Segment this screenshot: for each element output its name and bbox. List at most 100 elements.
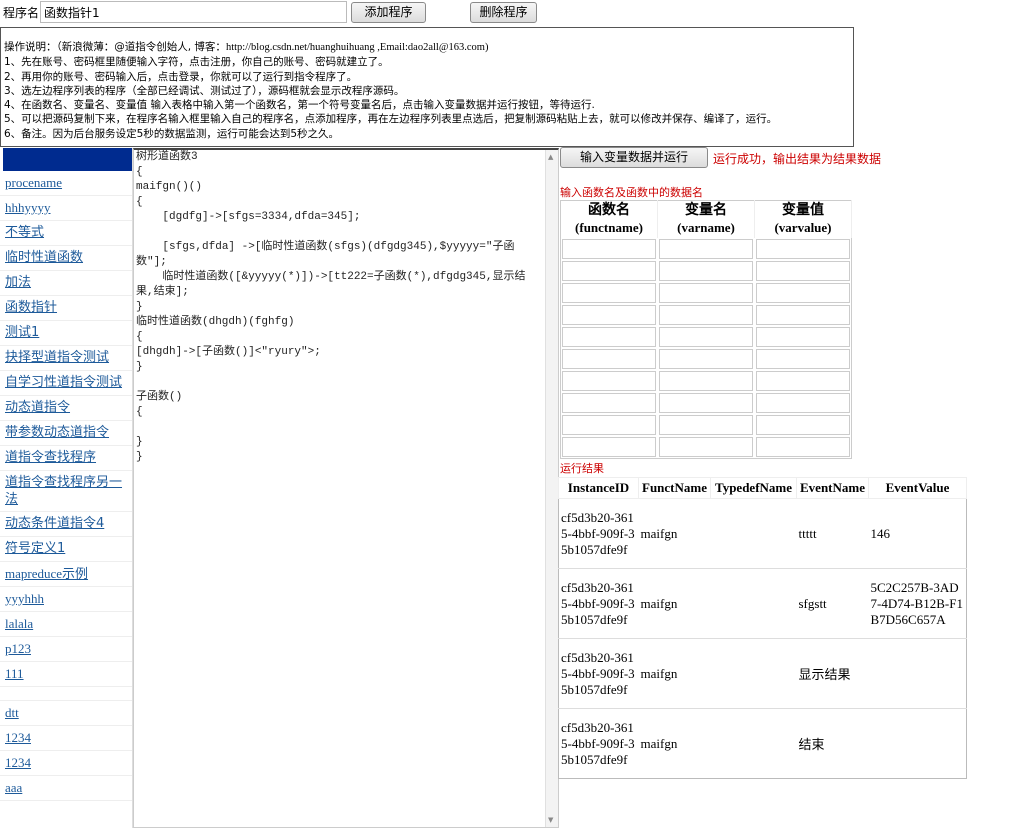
varvalue-input[interactable] (755, 415, 850, 435)
functname-input[interactable] (562, 371, 656, 391)
varname-input[interactable] (658, 349, 753, 369)
program-link[interactable]: 符号定义1 (5, 541, 65, 556)
functname-input[interactable] (562, 349, 656, 369)
program-link[interactable]: lalala (5, 616, 33, 631)
varname-input[interactable] (658, 371, 753, 391)
result-cell: ttttt (796, 498, 869, 569)
result-cell (710, 498, 797, 569)
program-link[interactable]: 测试1 (5, 325, 39, 340)
program-link[interactable]: 自学习性道指令测试 (5, 375, 122, 390)
results-title: 运行结果 (560, 462, 604, 475)
input-cell (658, 238, 755, 260)
program-link[interactable]: 临时性道函数 (5, 250, 83, 265)
program-link[interactable]: aaa (5, 780, 22, 795)
scrollbar[interactable]: ▲ ▼ (545, 150, 558, 827)
result-cell: cf5d3b20-3615-4bbf-909f-35b1057dfe9f (558, 498, 639, 569)
add-program-button[interactable]: 添加程序 (351, 2, 426, 23)
varvalue-input[interactable] (755, 393, 850, 413)
program-link[interactable]: 动态条件道指令4 (5, 516, 104, 531)
input-cell (561, 304, 658, 326)
functname-input[interactable] (562, 305, 656, 325)
program-link[interactable]: 加法 (5, 275, 31, 290)
scroll-down-icon[interactable]: ▼ (548, 816, 553, 824)
program-link[interactable]: 抉择型道指令测试 (5, 350, 109, 365)
program-link[interactable]: 动态道指令 (5, 400, 70, 415)
varname-input[interactable] (658, 283, 753, 303)
program-link[interactable]: 带参数动态道指令 (5, 425, 109, 440)
input-cell (658, 282, 755, 304)
varvalue-input[interactable] (755, 437, 850, 457)
program-list-item: 加法 (0, 271, 132, 296)
varname-input[interactable] (658, 327, 753, 347)
varname-input[interactable] (658, 415, 753, 435)
varname-input[interactable] (658, 239, 753, 259)
program-list-item: aaa (0, 776, 132, 801)
program-link[interactable]: procename (5, 175, 62, 190)
varvalue-input[interactable] (755, 261, 850, 281)
program-link[interactable]: 1234 (5, 755, 31, 770)
input-cell (561, 392, 658, 414)
program-link[interactable]: 道指令查找程序另一法 (5, 475, 122, 507)
input-row (561, 436, 852, 459)
program-link[interactable]: yyyhhh (5, 591, 44, 606)
program-list-item (0, 687, 132, 701)
header-en: (functname) (575, 220, 643, 235)
scroll-up-icon[interactable]: ▲ (548, 153, 553, 161)
instruction-line: 5、可以把源码复制下来，在程序名输入框里输入自己的程序名，点添加程序，再在左边程… (4, 113, 778, 126)
functname-input[interactable] (562, 239, 656, 259)
program-list-item: 动态条件道指令4 (0, 512, 132, 537)
result-cell: maifgn (638, 568, 711, 639)
varvalue-input[interactable] (755, 371, 850, 391)
program-name-input[interactable] (40, 1, 347, 23)
program-link[interactable]: 111 (5, 666, 24, 681)
varname-input[interactable] (658, 305, 753, 325)
varname-input[interactable] (658, 393, 753, 413)
program-link[interactable]: hhhyyyy (5, 200, 51, 215)
functname-input[interactable] (562, 327, 656, 347)
source-code-editor[interactable]: 树形道函数3 { maifgn()() { [dgdfg]->[sfgs=333… (133, 148, 559, 828)
program-link[interactable]: 道指令查找程序 (5, 450, 96, 465)
result-cell: cf5d3b20-3615-4bbf-909f-35b1057dfe9f (558, 568, 639, 639)
functname-input[interactable] (562, 283, 656, 303)
varvalue-input[interactable] (755, 283, 850, 303)
program-list-item: 不等式 (0, 221, 132, 246)
input-cell (561, 348, 658, 370)
program-list-item: 符号定义1 (0, 537, 132, 562)
program-link[interactable]: 1234 (5, 730, 31, 745)
program-list-item: dtt (0, 701, 132, 726)
input-cell (561, 436, 658, 459)
varvalue-input[interactable] (755, 239, 850, 259)
input-column-header: 变量值 (varvalue) (754, 200, 852, 238)
result-cell: 显示结果 (796, 638, 869, 709)
varvalue-input[interactable] (755, 349, 850, 369)
run-button[interactable]: 输入变量数据并运行 (560, 147, 708, 168)
functname-input[interactable] (562, 393, 656, 413)
result-cell: maifgn (638, 498, 711, 569)
program-link[interactable]: dtt (5, 705, 19, 720)
header-cn: 变量值 (782, 203, 824, 218)
functname-input[interactable] (562, 437, 656, 457)
input-row (561, 326, 852, 348)
varname-input[interactable] (658, 261, 753, 281)
varname-input[interactable] (658, 437, 753, 457)
program-link[interactable]: mapreduce示例 (5, 566, 88, 581)
header-en: (varvalue) (774, 220, 832, 235)
result-row: cf5d3b20-3615-4bbf-909f-35b1057dfe9f maif… (558, 708, 967, 779)
result-cell: cf5d3b20-3615-4bbf-909f-35b1057dfe9f (558, 708, 639, 779)
program-link[interactable]: 函数指针 (5, 300, 57, 315)
instructions-intro: 操作说明：（新浪微薄：@道指令创始人, 博客： (4, 41, 226, 53)
program-link[interactable]: 不等式 (5, 225, 44, 240)
result-column-header: FunctName (638, 477, 711, 499)
functname-input[interactable] (562, 415, 656, 435)
input-row (561, 304, 852, 326)
input-cell (561, 260, 658, 282)
delete-program-button[interactable]: 删除程序 (470, 2, 537, 23)
varvalue-input[interactable] (755, 305, 850, 325)
source-code-text[interactable]: 树形道函数3 { maifgn()() { [dgdfg]->[sfgs=333… (134, 150, 558, 465)
functname-input[interactable] (562, 261, 656, 281)
input-row (561, 282, 852, 304)
program-list-item: yyyhhh (0, 587, 132, 612)
varvalue-input[interactable] (755, 327, 850, 347)
input-cell (755, 436, 852, 459)
program-link[interactable]: p123 (5, 641, 31, 656)
